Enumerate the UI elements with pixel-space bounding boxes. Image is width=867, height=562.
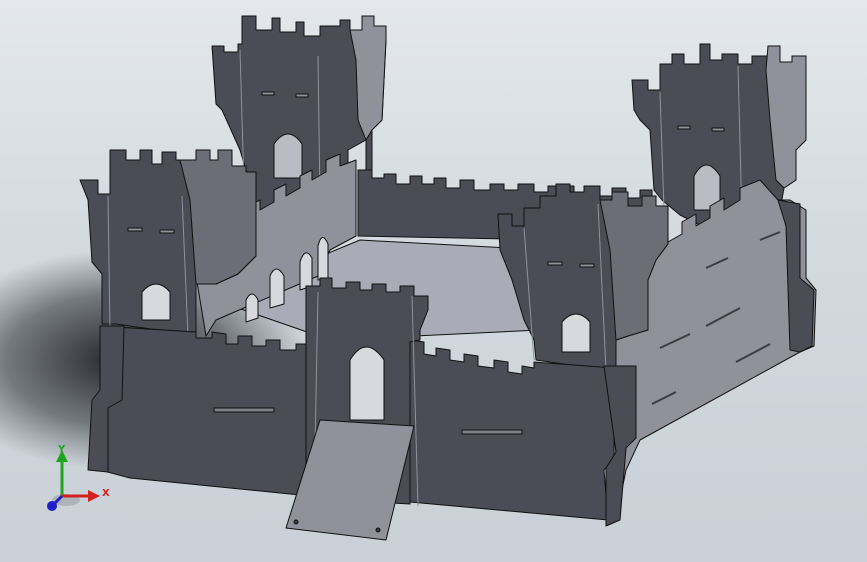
axis-y-label: Y	[58, 444, 66, 455]
front-right-wall	[409, 339, 637, 527]
back-right-tower	[631, 43, 807, 226]
castle-model[interactable]	[0, 0, 867, 562]
3d-viewport[interactable]: Y X	[0, 0, 867, 562]
front-left-wall	[87, 325, 311, 497]
axis-x-label: X	[102, 488, 110, 499]
